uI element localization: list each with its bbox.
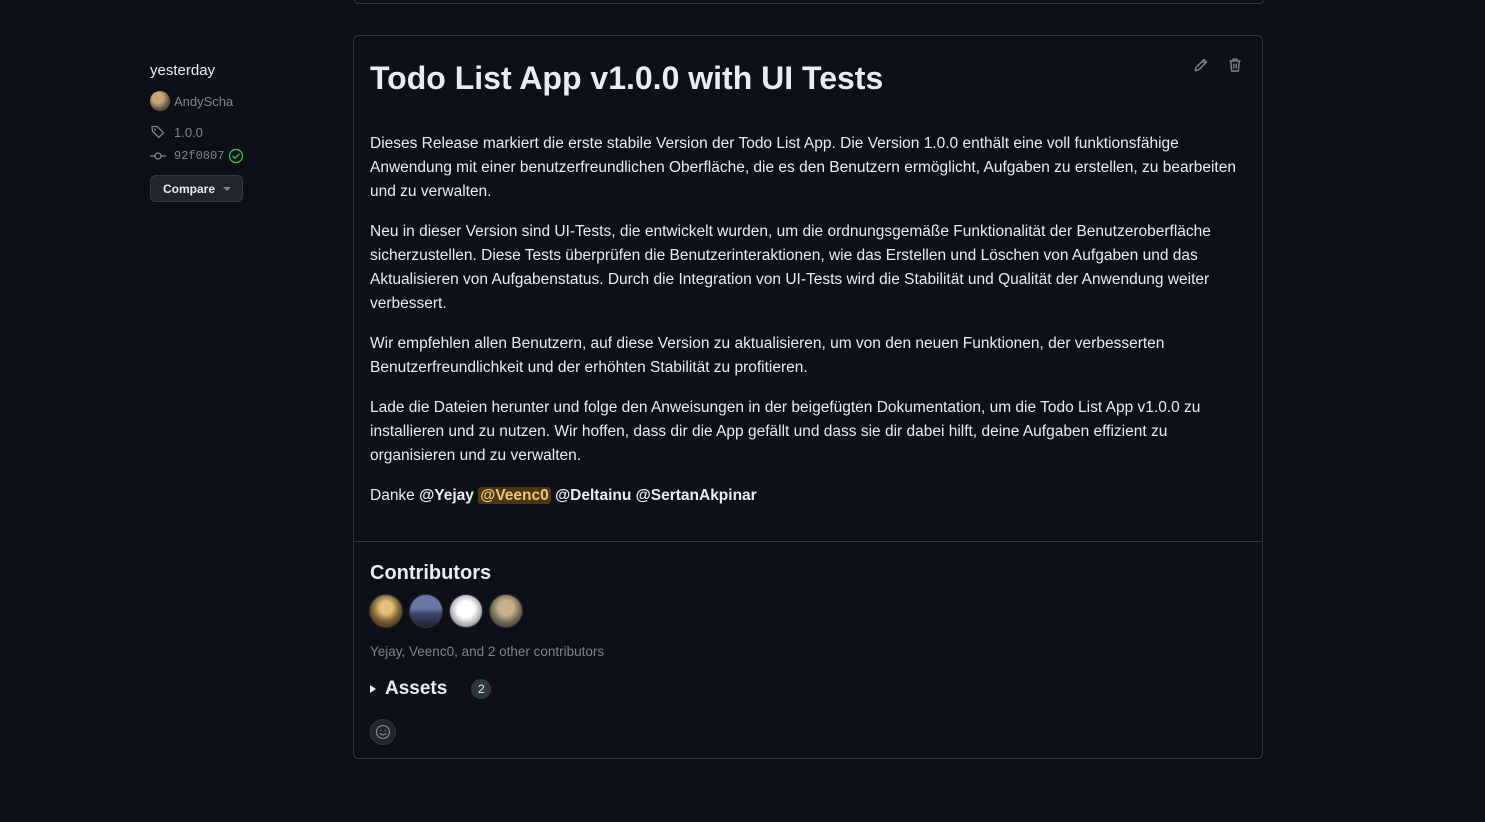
chevron-down-icon [223, 186, 232, 191]
release-notes: Dieses Release markiert die erste stabil… [370, 132, 1245, 524]
release-paragraph: Lade die Dateien herunter und folge den … [370, 399, 1201, 464]
assets-count-badge: 2 [471, 679, 492, 699]
release-meta-sidebar: yesterday AndyScha 1.0.0 92f0807 Compare [150, 61, 330, 202]
author-avatar [150, 91, 170, 111]
previous-release-card [353, 0, 1265, 4]
contributor-avatar[interactable] [410, 595, 442, 627]
mention-link[interactable]: @SertanAkpinar [636, 487, 757, 504]
mention-link[interactable]: @Yejay [419, 487, 474, 504]
assets-label: Assets [385, 678, 448, 699]
tag-icon [150, 124, 166, 140]
release-date: yesterday [150, 62, 216, 79]
thanks-prefix: Danke [370, 487, 415, 504]
commit-sha[interactable]: 92f0807 [174, 149, 224, 163]
commit-link[interactable]: 92f0807 [150, 145, 330, 167]
release-paragraph: Dieses Release markiert die erste stabil… [370, 135, 1236, 200]
release-header: Todo List App v1.0.0 with UI Tests Diese… [354, 36, 1262, 542]
triangle-right-icon [370, 685, 376, 693]
contributors-summary: Yejay, Veenc0, and 2 other contributors [370, 644, 605, 659]
contributor-avatar[interactable] [490, 595, 522, 627]
contributor-avatars [370, 595, 530, 627]
compare-label: Compare [163, 181, 216, 196]
pencil-icon[interactable] [1191, 55, 1211, 75]
release-card: Todo List App v1.0.0 with UI Tests Diese… [353, 35, 1263, 759]
check-circle-icon[interactable] [228, 148, 244, 164]
contributor-avatar[interactable] [450, 595, 482, 627]
tag-link[interactable]: 1.0.0 [150, 121, 330, 143]
release-paragraph: Wir empfehlen allen Benutzern, auf diese… [370, 335, 1165, 376]
mention-link[interactable]: @Deltainu [555, 487, 631, 504]
compare-button[interactable]: Compare [150, 175, 243, 202]
assets-toggle[interactable]: Assets 2 [370, 678, 492, 700]
trash-icon[interactable] [1225, 55, 1245, 75]
author-name[interactable]: AndyScha [174, 94, 233, 109]
release-paragraph: Neu in dieser Version sind UI-Tests, die… [370, 223, 1211, 312]
contributor-avatar[interactable] [370, 595, 402, 627]
smiley-icon[interactable] [370, 719, 396, 745]
author-link[interactable]: AndyScha [150, 91, 330, 111]
release-title[interactable]: Todo List App v1.0.0 with UI Tests [370, 58, 883, 98]
git-commit-icon [150, 148, 166, 164]
tag-name[interactable]: 1.0.0 [174, 125, 203, 140]
contributors-heading: Contributors [370, 562, 492, 584]
mention-link-highlighted[interactable]: @Veenc0 [478, 487, 551, 504]
thanks-line: Danke @Yejay @Veenc0 @Deltainu @SertanAk… [370, 484, 1245, 508]
